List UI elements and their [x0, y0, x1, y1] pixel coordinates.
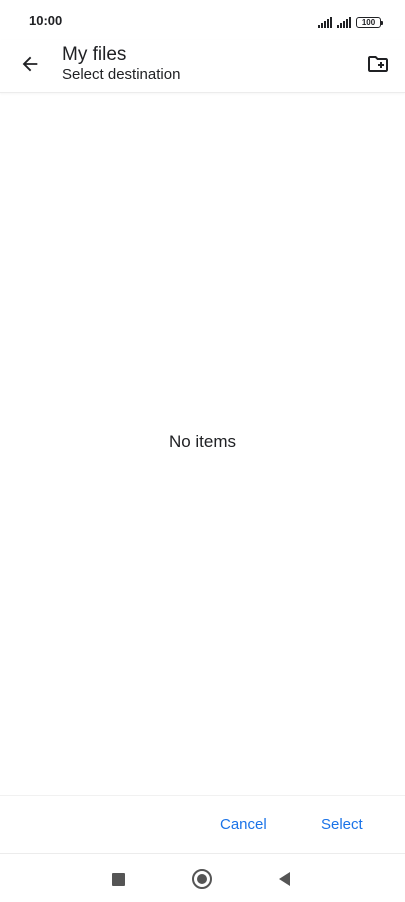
status-time: 10:00: [29, 13, 63, 28]
cancel-button[interactable]: Cancel: [216, 812, 271, 838]
battery-icon: 100: [356, 17, 383, 28]
page-title: My files: [62, 44, 127, 65]
status-bar: 10:00 100: [0, 0, 405, 40]
page-subtitle: Select destination: [62, 66, 181, 83]
signal-icon: [337, 17, 351, 28]
screen: 10:00 100 My files Select destination No…: [0, 0, 405, 902]
signal-icon: [318, 17, 332, 28]
dialog-actions: Cancel Select: [0, 795, 405, 854]
status-icons: 100: [318, 14, 383, 28]
navigation-bar: [0, 853, 405, 902]
arrow-back-icon: [22, 56, 38, 72]
select-button[interactable]: Select: [317, 812, 367, 838]
back-nav-icon[interactable]: [279, 872, 290, 886]
recents-icon[interactable]: [112, 873, 125, 886]
create-new-folder-icon: [368, 56, 388, 72]
file-list-area: No items: [0, 93, 405, 793]
home-icon[interactable]: [192, 869, 212, 889]
empty-state-message: No items: [168, 432, 237, 451]
back-button[interactable]: [14, 48, 46, 80]
battery-level: 100: [361, 18, 376, 27]
app-bar: My files Select destination: [0, 40, 405, 93]
new-folder-button[interactable]: [361, 48, 395, 80]
